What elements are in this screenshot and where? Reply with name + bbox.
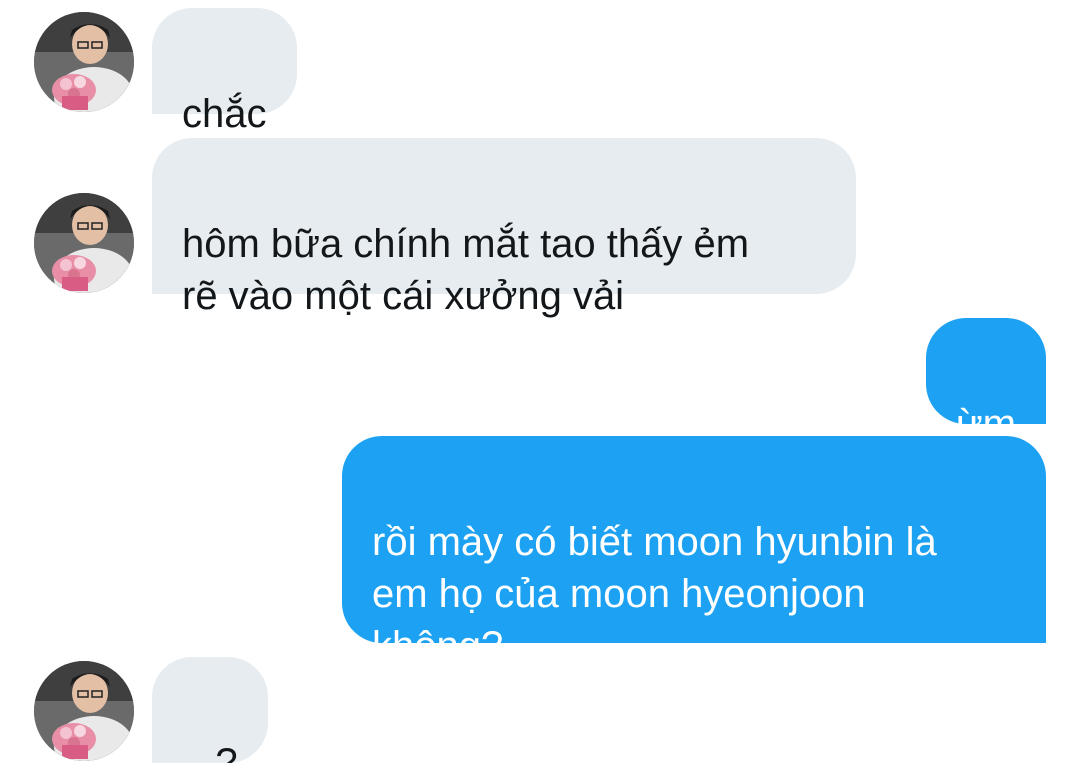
message-text: hôm bữa chính mắt tao thấy ẻm rẽ vào một… bbox=[182, 222, 750, 318]
contact-avatar[interactable] bbox=[34, 193, 134, 293]
contact-avatar[interactable] bbox=[34, 661, 134, 761]
contact-avatar[interactable] bbox=[34, 12, 134, 112]
message-bubble-outgoing[interactable]: ừm bbox=[925, 318, 1046, 446]
chat-thread: chắc hôm bữa chính mắt tao thấy ẻm rẽ và… bbox=[0, 0, 1080, 763]
message-bubble-incoming[interactable]: chắc bbox=[152, 8, 297, 136]
message-text: chắc bbox=[182, 92, 267, 136]
message-text: ...? bbox=[182, 741, 238, 763]
avatar-photo-icon bbox=[34, 12, 134, 112]
message-text: rồi mày có biết moon hyunbin là em họ củ… bbox=[372, 520, 937, 668]
message-bubble-outgoing[interactable]: rồi mày có biết moon hyunbin là em họ củ… bbox=[342, 436, 1046, 668]
message-bubble-incoming[interactable]: ...? bbox=[152, 657, 268, 763]
avatar-photo-icon bbox=[34, 193, 134, 293]
message-bubble-incoming[interactable]: hôm bữa chính mắt tao thấy ẻm rẽ vào một… bbox=[152, 138, 856, 318]
avatar-photo-icon bbox=[34, 661, 134, 761]
